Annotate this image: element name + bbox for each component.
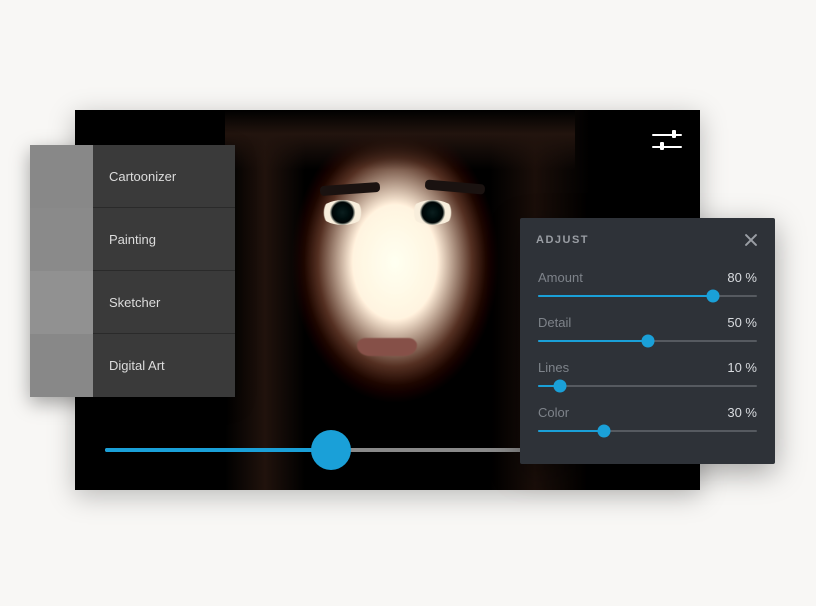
slider-fill xyxy=(538,340,648,342)
filter-label: Sketcher xyxy=(93,271,160,333)
filter-thumb xyxy=(30,334,93,397)
slider-thumb[interactable] xyxy=(597,425,610,438)
slider-color[interactable] xyxy=(538,430,757,432)
slider-label: Lines xyxy=(538,360,569,375)
filter-label: Painting xyxy=(93,208,156,270)
filter-item-sketcher[interactable]: Sketcher xyxy=(30,271,235,334)
filter-thumb xyxy=(30,145,93,208)
slider-label: Detail xyxy=(538,315,571,330)
slider-value: 50 % xyxy=(727,315,757,330)
adjust-header: ADJUST xyxy=(520,218,775,266)
slider-row-detail: Detail 50 % xyxy=(520,311,775,356)
slider-value: 80 % xyxy=(727,270,757,285)
slider-fill xyxy=(538,295,713,297)
slider-label: Amount xyxy=(538,270,583,285)
filter-label: Digital Art xyxy=(93,334,165,397)
adjust-panel: ADJUST Amount 80 % Detail 50 % Lines 10 … xyxy=(520,218,775,464)
slider-label: Color xyxy=(538,405,569,420)
intensity-slider-fill xyxy=(105,448,331,452)
slider-thumb[interactable] xyxy=(641,335,654,348)
slider-thumb[interactable] xyxy=(707,290,720,303)
close-icon[interactable] xyxy=(743,232,759,248)
slider-lines[interactable] xyxy=(538,385,757,387)
filter-item-cartoonizer[interactable]: Cartoonizer xyxy=(30,145,235,208)
subject-hair xyxy=(225,110,575,170)
filter-thumb xyxy=(30,208,93,271)
slider-amount[interactable] xyxy=(538,295,757,297)
subject-lips xyxy=(357,338,417,356)
slider-row-color: Color 30 % xyxy=(520,401,775,446)
filter-thumb xyxy=(30,271,93,334)
slider-fill xyxy=(538,430,604,432)
filter-item-painting[interactable]: Painting xyxy=(30,208,235,271)
slider-value: 30 % xyxy=(727,405,757,420)
filter-item-digital-art[interactable]: Digital Art xyxy=(30,334,235,397)
adjust-icon[interactable] xyxy=(652,130,682,154)
slider-detail[interactable] xyxy=(538,340,757,342)
adjust-title: ADJUST xyxy=(536,234,589,246)
filter-label: Cartoonizer xyxy=(93,145,176,207)
slider-value: 10 % xyxy=(727,360,757,375)
slider-thumb[interactable] xyxy=(553,380,566,393)
intensity-slider-thumb[interactable] xyxy=(311,430,351,470)
slider-row-lines: Lines 10 % xyxy=(520,356,775,401)
filter-list: Cartoonizer Painting Sketcher Digital Ar… xyxy=(30,145,235,397)
slider-row-amount: Amount 80 % xyxy=(520,266,775,311)
subject-brows xyxy=(320,180,490,210)
